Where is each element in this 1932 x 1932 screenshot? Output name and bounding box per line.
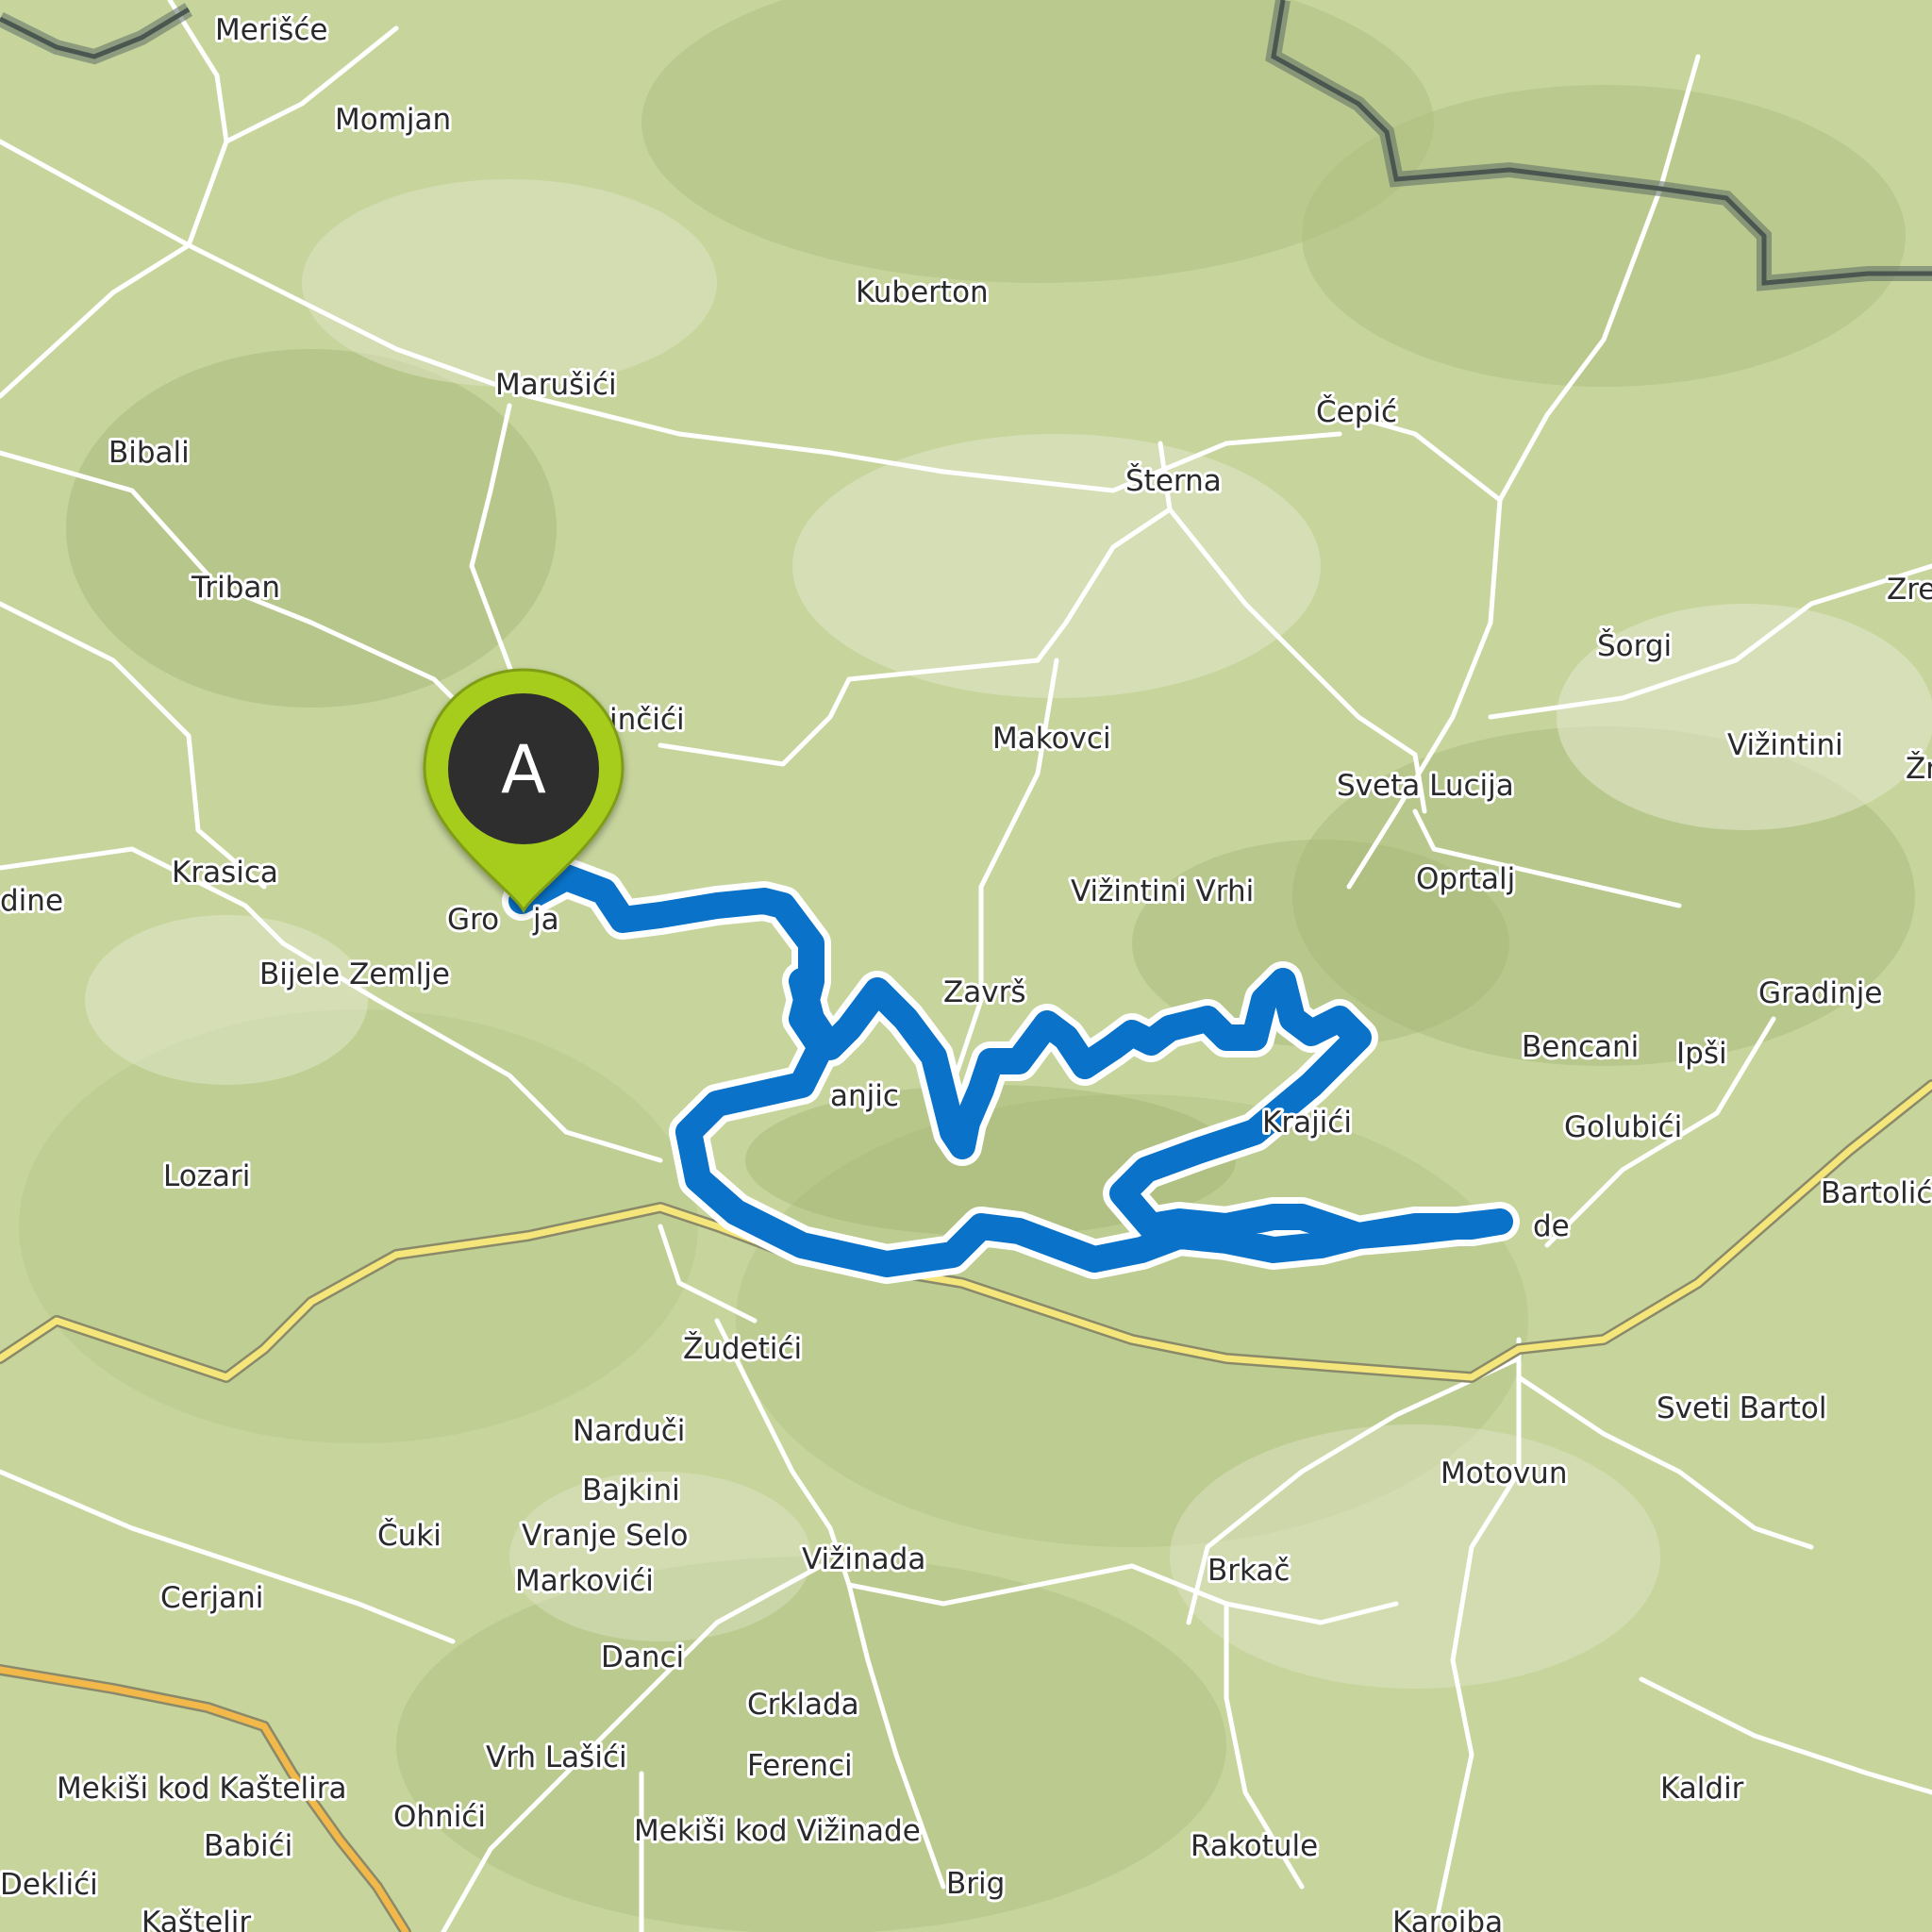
place-label-kaldir: Kaldir xyxy=(1660,1772,1744,1806)
place-label-markovici: Markovići xyxy=(515,1564,654,1598)
place-label-bibali: Bibali xyxy=(108,436,190,470)
place-label-golubici: Golubići xyxy=(1564,1110,1682,1144)
place-label-brig: Brig xyxy=(946,1867,1005,1901)
place-label-mekisi-kod-kastelira: Mekiši kod Kaštelira xyxy=(57,1772,346,1806)
place-label-karojba: Karojba xyxy=(1392,1906,1503,1932)
place-label-vranje-selo: Vranje Selo xyxy=(522,1519,688,1553)
place-label-ferenci: Ferenci xyxy=(747,1749,853,1783)
place-label-marusici: Marušići xyxy=(495,368,617,402)
place-label-kuberton: Kuberton xyxy=(856,275,989,309)
place-label-vizinada: Vižinada xyxy=(802,1542,925,1576)
place-label-kastelir: Kaštelir xyxy=(142,1906,251,1932)
place-label-vizintini: Vižintini xyxy=(1727,728,1843,762)
place-label-sveta-lucija: Sveta Lucija xyxy=(1337,769,1514,803)
place-label-merisce: Merišće xyxy=(215,13,327,47)
place-label-momjan: Momjan xyxy=(335,103,451,137)
place-label-ohnici: Ohnići xyxy=(393,1800,486,1834)
place-label-anjici: anjic xyxy=(830,1079,899,1113)
place-label-vizintini-vrhi: Vižintini Vrhi xyxy=(1071,874,1254,908)
place-label-sorgi: Šorgi xyxy=(1597,628,1672,663)
place-label-lozari: Lozari xyxy=(163,1159,250,1193)
place-label-incici: inčići xyxy=(609,703,685,737)
place-label-rakotule: Rakotule xyxy=(1191,1829,1318,1863)
place-label-narduci: Narduči xyxy=(573,1414,685,1448)
place-label-bajkini: Bajkini xyxy=(582,1474,680,1507)
map-canvas[interactable]: Merišće Momjan Kuberton Marušići Čepić Bibali… xyxy=(0,0,1932,1932)
place-label-crklada: Crklada xyxy=(747,1688,859,1722)
place-label-bartolici: Bartolić xyxy=(1821,1176,1932,1210)
place-label-ja: ja xyxy=(532,903,559,937)
place-label-ipsi: Ipši xyxy=(1676,1037,1727,1071)
place-label-zudetici: Žudetići xyxy=(683,1332,802,1366)
place-label-sterna: Šterna xyxy=(1125,463,1222,498)
place-label-de: de xyxy=(1533,1209,1570,1243)
place-label-grozn: Gro xyxy=(447,903,499,937)
place-label-cepic: Čepić xyxy=(1316,394,1397,429)
place-label-bencani: Bencani xyxy=(1522,1030,1639,1064)
place-label-gradinje: Gradinje xyxy=(1758,976,1882,1010)
place-label-cerjani: Cerjani xyxy=(160,1581,263,1615)
place-label-motovun: Motovun xyxy=(1441,1457,1567,1491)
place-label-krajici: Krajići xyxy=(1262,1106,1352,1140)
place-label-zavrs: Završ xyxy=(943,975,1025,1009)
place-label-oprtalj: Oprtalj xyxy=(1416,862,1515,896)
place-label-dine: dine xyxy=(0,884,63,918)
place-label-danci: Danci xyxy=(601,1641,684,1674)
place-label-babici: Babići xyxy=(204,1829,292,1863)
place-label-zre: Zre xyxy=(1887,573,1932,607)
place-label-sveti-bartol: Sveti Bartol xyxy=(1657,1391,1826,1425)
place-label-triban: Triban xyxy=(191,571,280,605)
place-label-zn: Žn xyxy=(1906,752,1932,786)
place-label-mekisi-kod-vizinade: Mekiši kod Vižinade xyxy=(634,1814,921,1848)
place-label-krasica: Krasica xyxy=(172,856,278,890)
place-label-deklici: Deklići xyxy=(0,1868,98,1902)
map-view[interactable]: Merišće Momjan Kuberton Marušići Čepić Bibali… xyxy=(0,0,1932,1932)
place-label-brkac: Brkač xyxy=(1208,1554,1290,1588)
place-label-bijele-zemlje: Bijele Zemlje xyxy=(259,958,450,991)
place-label-makovci: Makovci xyxy=(992,722,1111,756)
place-label-vrh-lasici: Vrh Lašići xyxy=(486,1740,627,1774)
place-label-cuki: Čuki xyxy=(377,1518,441,1553)
marker-letter: A xyxy=(501,731,546,808)
